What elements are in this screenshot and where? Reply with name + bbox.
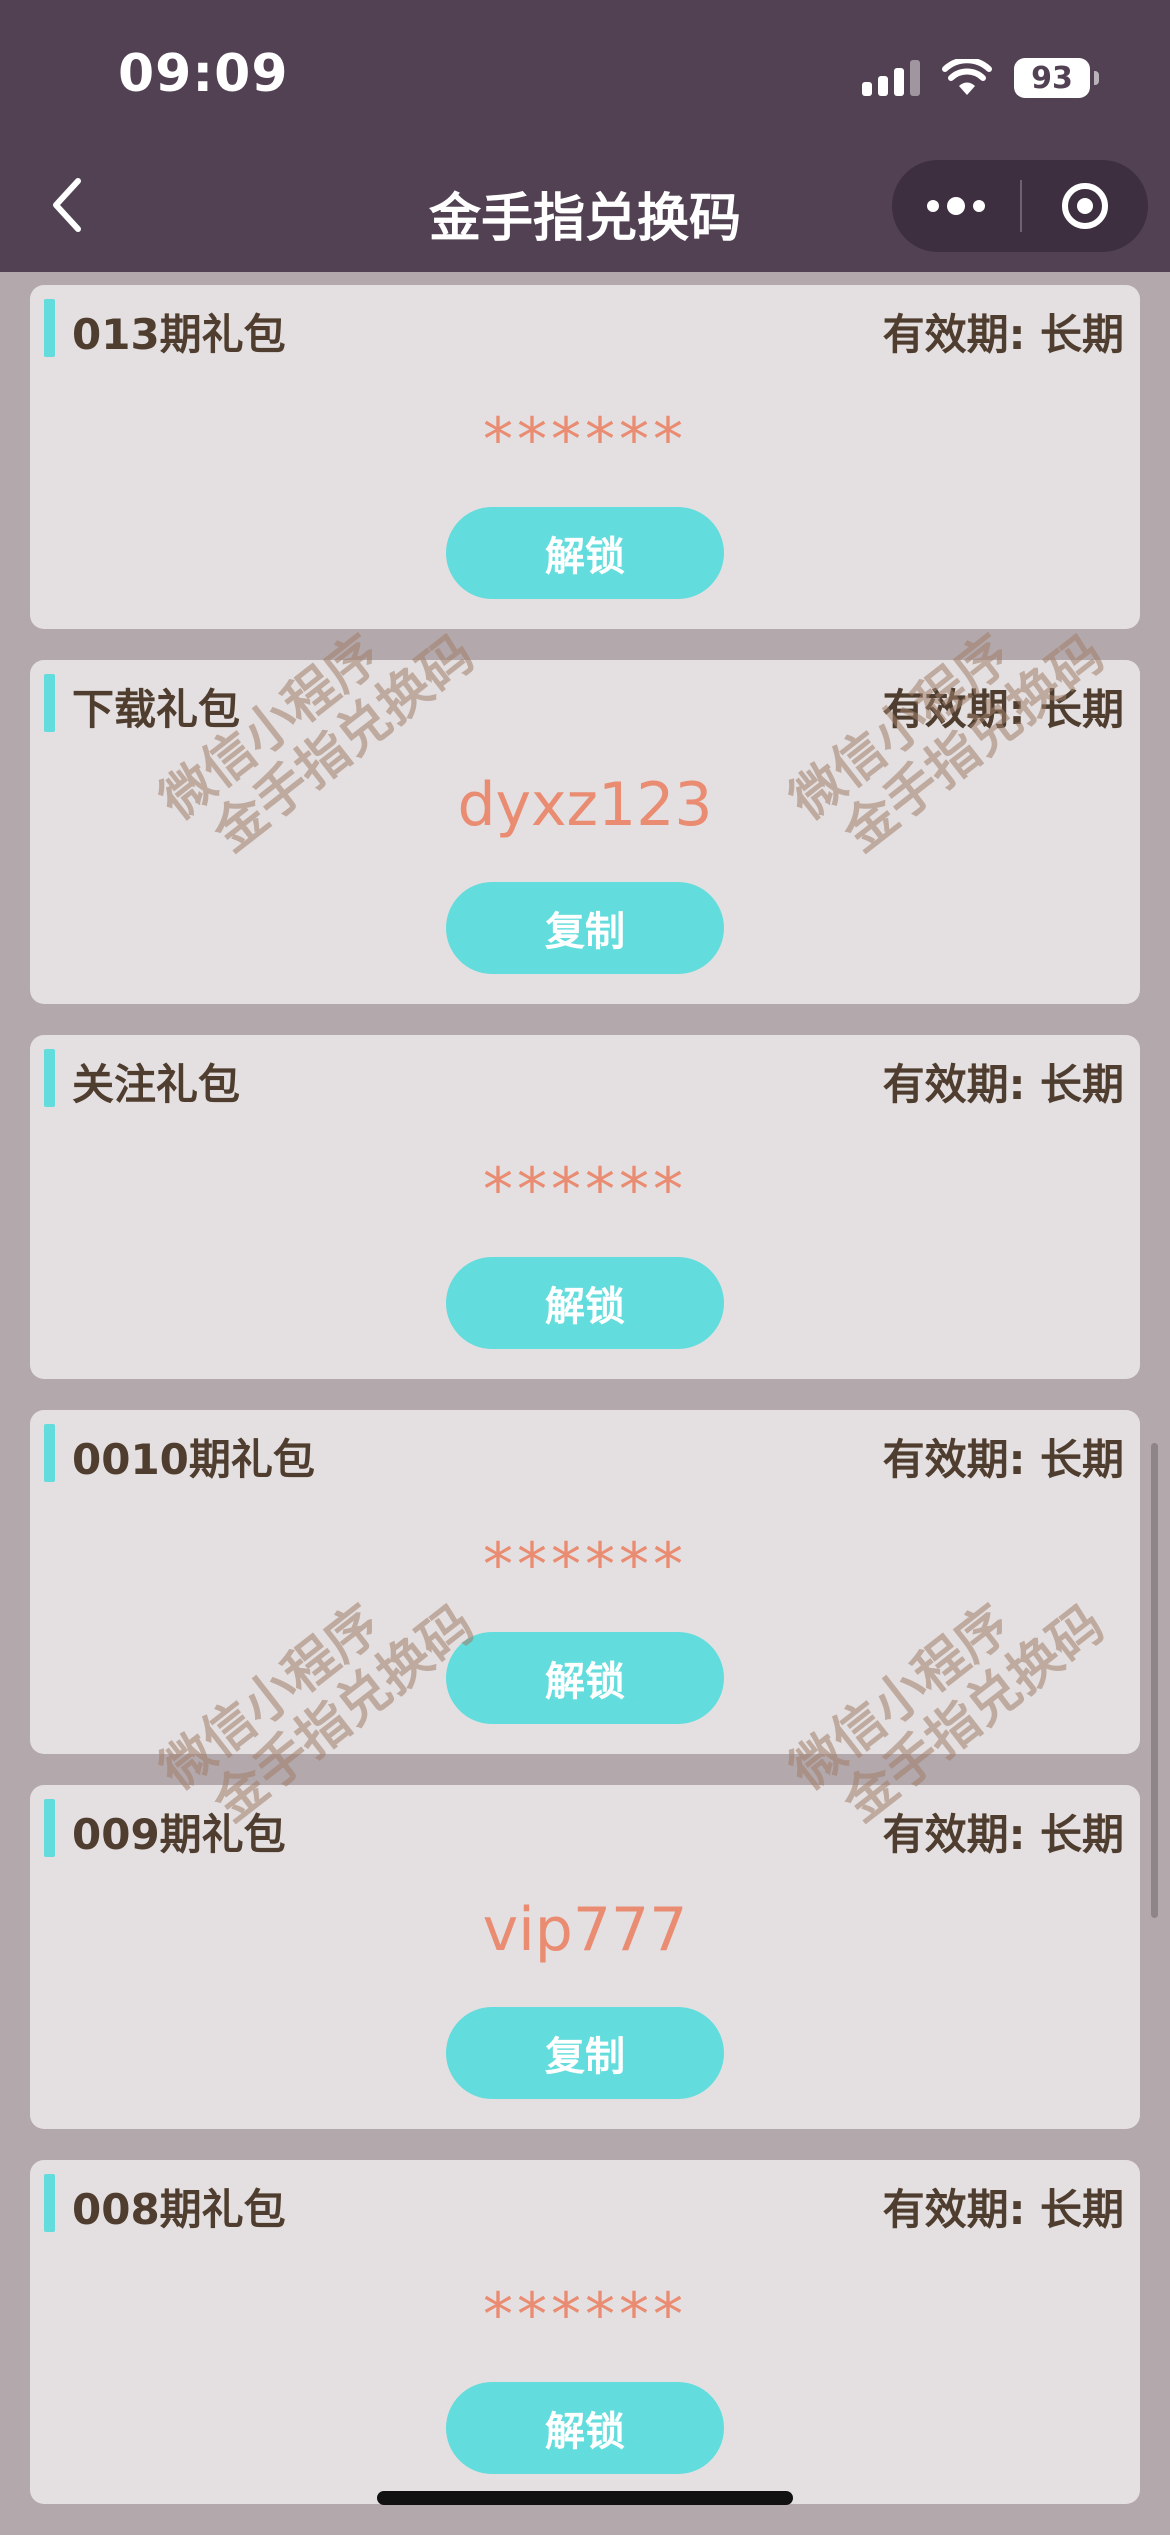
miniprogram-capsule bbox=[892, 160, 1148, 252]
gift-title: 009期礼包 bbox=[72, 1810, 286, 1859]
gift-validity: 有效期: 长期 bbox=[882, 1060, 1124, 1109]
title-accent-bar bbox=[44, 1424, 55, 1482]
gift-card: 0010期礼包 有效期: 长期 ****** 解锁 bbox=[30, 1410, 1140, 1754]
title-accent-bar bbox=[44, 674, 55, 732]
status-time: 09:09 bbox=[118, 44, 289, 104]
gift-code: ****** bbox=[483, 1530, 687, 1600]
gift-card: 009期礼包 有效期: 长期 vip777 复制 bbox=[30, 1785, 1140, 2129]
gift-validity: 有效期: 长期 bbox=[882, 1435, 1124, 1484]
unlock-button[interactable]: 解锁 bbox=[446, 1632, 724, 1724]
gift-validity: 有效期: 长期 bbox=[882, 310, 1124, 359]
copy-button[interactable]: 复制 bbox=[446, 2007, 724, 2099]
title-accent-bar bbox=[44, 299, 55, 357]
more-dots-icon-center bbox=[947, 197, 965, 215]
gift-code: dyxz123 bbox=[457, 770, 713, 840]
gift-list: 013期礼包 有效期: 长期 ****** 解锁 下载礼包 有效期: 长期 dy… bbox=[30, 285, 1140, 2535]
title-accent-bar bbox=[44, 1049, 55, 1107]
gift-card: 关注礼包 有效期: 长期 ****** 解锁 bbox=[30, 1035, 1140, 1379]
gift-validity: 有效期: 长期 bbox=[882, 685, 1124, 734]
more-dots-icon bbox=[927, 200, 939, 212]
status-icons: 93 bbox=[862, 56, 1099, 100]
unlock-button[interactable]: 解锁 bbox=[446, 1257, 724, 1349]
unlock-button[interactable]: 解锁 bbox=[446, 2382, 724, 2474]
gift-title: 0010期礼包 bbox=[72, 1435, 315, 1484]
gift-title: 关注礼包 bbox=[72, 1060, 241, 1109]
top-bar: 09:09 93 金手指兑换码 bbox=[0, 0, 1170, 272]
gift-title: 下载礼包 bbox=[72, 685, 241, 734]
copy-button[interactable]: 复制 bbox=[446, 882, 724, 974]
target-close-icon bbox=[1062, 183, 1108, 229]
gift-card: 013期礼包 有效期: 长期 ****** 解锁 bbox=[30, 285, 1140, 629]
gift-card: 下载礼包 有效期: 长期 dyxz123 复制 bbox=[30, 660, 1140, 1004]
battery-icon: 93 bbox=[1014, 58, 1099, 98]
gift-code: vip777 bbox=[482, 1895, 688, 1965]
gift-validity: 有效期: 长期 bbox=[882, 2185, 1124, 2234]
gift-code: ****** bbox=[483, 2280, 687, 2350]
gift-validity: 有效期: 长期 bbox=[882, 1810, 1124, 1859]
cellular-signal-icon bbox=[862, 60, 920, 96]
battery-level: 93 bbox=[1031, 60, 1073, 96]
home-indicator[interactable] bbox=[377, 2491, 793, 2505]
unlock-button[interactable]: 解锁 bbox=[446, 507, 724, 599]
close-miniprogram-button[interactable] bbox=[1022, 160, 1148, 252]
gift-code: ****** bbox=[483, 405, 687, 475]
more-dots-icon-right bbox=[973, 200, 985, 212]
gift-title: 008期礼包 bbox=[72, 2185, 286, 2234]
gift-card: 008期礼包 有效期: 长期 ****** 解锁 bbox=[30, 2160, 1140, 2504]
more-button[interactable] bbox=[892, 160, 1020, 252]
scrollbar[interactable] bbox=[1151, 1443, 1158, 1918]
title-accent-bar bbox=[44, 2174, 55, 2232]
gift-title: 013期礼包 bbox=[72, 310, 286, 359]
title-accent-bar bbox=[44, 1799, 55, 1857]
wifi-icon bbox=[942, 59, 992, 97]
gift-code: ****** bbox=[483, 1155, 687, 1225]
